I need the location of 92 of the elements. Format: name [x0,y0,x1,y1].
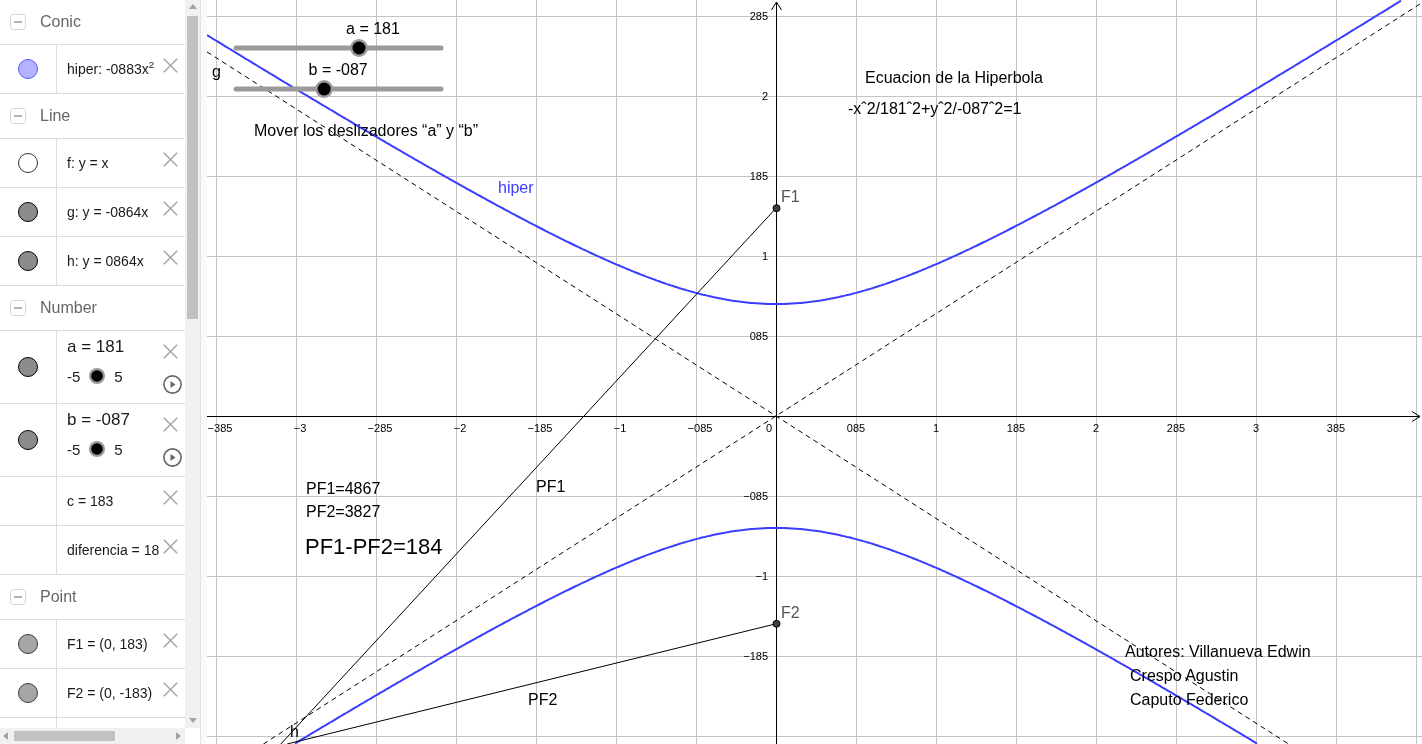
equation-text: -xˆ2/181ˆ2+yˆ2/-087ˆ2=1 [848,100,1022,117]
vertical-scrollbar[interactable] [185,0,200,728]
delete-icon[interactable] [163,152,178,167]
axis-label: −385 [207,422,233,434]
play-icon[interactable] [163,375,182,394]
slider-thumb[interactable] [315,80,334,98]
axis-label: 085 [846,422,866,434]
axis-label: 2 [1092,422,1100,434]
delete-icon[interactable] [163,539,178,554]
axis-label: −1 [613,422,627,434]
slider-label: b = -087 [308,61,368,78]
measurement-text: PF1=4867 [306,480,381,497]
axis-label: −185 [527,422,553,434]
visibility-marble[interactable] [18,251,38,271]
axis-label: 1 [932,422,940,434]
scrollbar-thumb[interactable] [14,731,115,741]
group-title: Conic [40,13,81,31]
algebra-entry[interactable]: F2 = (0, -183) [67,684,153,702]
axis-label: 3 [1252,422,1260,434]
axis-label: 185 [749,170,768,182]
visibility-marble[interactable] [18,202,38,222]
slider-max: 5 [114,367,123,385]
visibility-marble[interactable] [18,683,38,703]
group-title: Number [40,299,97,317]
axis-label: −2 [453,422,467,434]
algebra-entry[interactable]: hiper: -0883x$^{2}$ [67,60,155,78]
point-label: F2 [781,603,800,621]
axis-label: 385 [1326,422,1346,434]
slider-thumb[interactable] [89,441,106,457]
algebra-entry[interactable]: f: y = x [67,154,109,172]
axis-label: 0 [765,422,772,434]
curve-label: hiper [498,179,534,196]
group-title: Line [40,107,71,125]
algebra-entry[interactable]: b = -087 [67,409,130,431]
author-text: Caputo Federico [1130,691,1249,708]
slider-min: -5 [67,440,81,458]
algebra-entry[interactable]: diferencia = 18 [67,541,160,559]
slider-thumb[interactable] [350,39,368,57]
visibility-marble[interactable] [18,153,38,173]
axis-label: 185 [1006,422,1026,434]
visibility-marble[interactable] [18,634,38,654]
point-marker [772,619,781,628]
difference-text: PF1-PF2=184 [305,534,443,559]
axis-label: −085 [743,490,768,502]
axis-label: −285 [367,422,393,434]
axis-label: 285 [749,10,768,22]
segment-label: PF2 [528,691,558,708]
algebra-entry[interactable]: a = 181 [67,336,125,358]
delete-icon[interactable] [163,201,178,216]
axis-label: −3 [293,422,307,434]
delete-icon[interactable] [163,417,178,432]
slider-track[interactable] [233,80,444,98]
panel-splitter[interactable] [200,0,207,744]
delete-icon[interactable] [163,344,178,359]
line-label: g [212,63,221,80]
slider-label: a = 181 [346,20,400,37]
algebra-entry[interactable]: g: y = -0864x [67,203,149,221]
algebra-entry[interactable]: c = 183 [67,492,114,510]
delete-icon[interactable] [163,682,178,697]
point-label: F1 [781,188,800,206]
axis-label: −185 [743,650,768,662]
delete-icon[interactable] [163,633,178,648]
algebra-entry[interactable]: F1 = (0, 183) [67,635,148,653]
delete-icon[interactable] [163,58,178,73]
author-text: Autores: Villanueva Edwin [1125,643,1311,660]
delete-icon[interactable] [163,490,178,505]
axis-label: 1 [761,250,768,262]
axis-label: −1 [755,570,768,582]
visibility-marble[interactable] [18,430,38,450]
play-icon[interactable] [163,448,182,467]
collapse-icon[interactable] [10,108,26,124]
slider-min: -5 [67,367,81,385]
group-title: Point [40,588,77,606]
collapse-icon[interactable] [10,589,26,605]
slider-max: 5 [114,440,123,458]
axis-label: 085 [749,330,768,342]
slider-track[interactable] [233,39,444,57]
measurement-text: PF2=3827 [306,503,381,520]
segment-label: PF1 [536,478,566,495]
algebra-entry[interactable]: h: y = 0864x [67,252,144,270]
slider-thumb[interactable] [89,368,106,384]
equation-title: Ecuacion de la Hiperbola [865,69,1043,86]
collapse-icon[interactable] [10,14,26,30]
horizontal-scrollbar[interactable] [0,728,185,744]
point-marker [772,204,781,213]
delete-icon[interactable] [163,250,178,265]
axis-label: 285 [1166,422,1186,434]
collapse-icon[interactable] [10,300,26,316]
axis-label: −085 [687,422,713,434]
visibility-marble[interactable] [18,357,38,377]
scrollbar-thumb[interactable] [187,16,198,319]
axis-label: 2 [761,90,768,102]
